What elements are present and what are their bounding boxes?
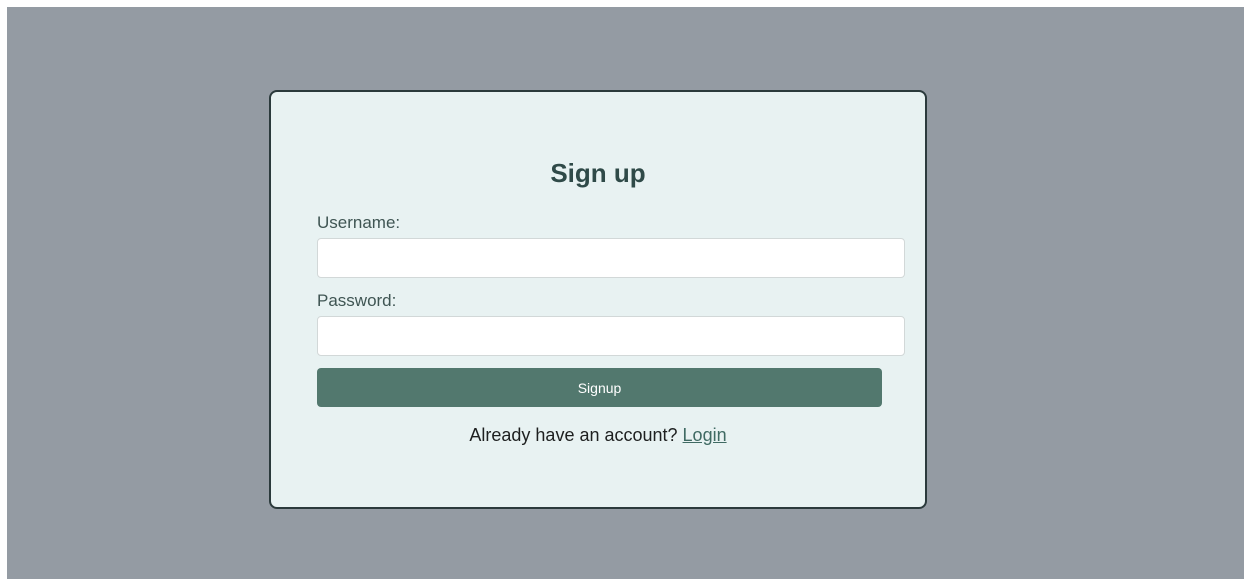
login-link[interactable]: Login [683, 425, 727, 445]
password-input[interactable] [317, 316, 905, 356]
username-input[interactable] [317, 238, 905, 278]
page-backdrop: Sign up Username: Password: Signup Alrea… [7, 7, 1244, 579]
password-label: Password: [317, 291, 397, 310]
signup-button[interactable]: Signup [317, 368, 882, 407]
page-title: Sign up [550, 158, 646, 188]
login-prompt: Already have an account? Login [271, 425, 925, 446]
signup-card: Sign up Username: Password: Signup Alrea… [269, 90, 927, 509]
login-prompt-text: Already have an account? [469, 425, 683, 445]
username-label: Username: [317, 213, 401, 232]
